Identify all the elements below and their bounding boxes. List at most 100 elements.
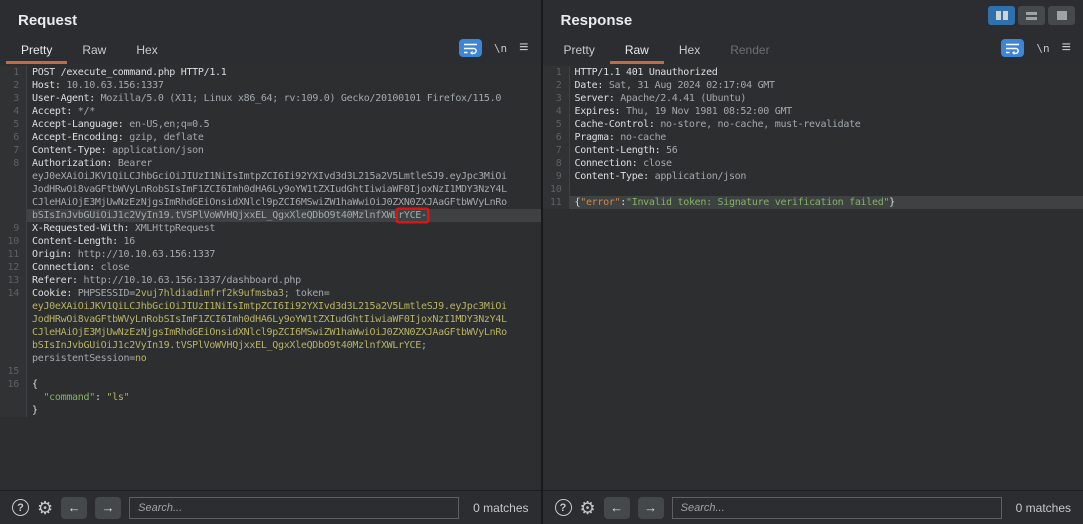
help-icon[interactable]: ? [12, 499, 29, 516]
code-line: JodHRwOi8vaGFtbWVyLnRobSIsImF1ZCI6Imh0dH… [0, 313, 541, 326]
line-number: 14 [0, 287, 27, 300]
line-number: 11 [0, 248, 27, 261]
editor-menu-icon[interactable]: ≡ [519, 40, 528, 56]
line-number [0, 391, 27, 404]
code-line: 14Cookie: PHPSESSID=2vuj7hldiadimfrf2k9u… [0, 287, 541, 300]
code-line: bSIsInJvbGUiOiJ1c2VyIn19.tVSPlVoWVHQjxxE… [0, 209, 541, 222]
line-number: 15 [0, 365, 27, 378]
response-tabbar: Pretty Raw Hex Render \n ≡ [543, 36, 1083, 64]
response-tab-raw[interactable]: Raw [610, 36, 664, 64]
line-number [0, 209, 27, 222]
code-line: 3User-Agent: Mozilla/5.0 (X11; Linux x86… [0, 92, 541, 105]
search-next-button[interactable]: → [638, 497, 664, 519]
word-wrap-icon [1005, 42, 1020, 55]
code-line: 7Content-Length: 56 [543, 144, 1083, 157]
code-line: 5Accept-Language: en-US,en;q=0.5 [0, 118, 541, 131]
settings-gear-icon[interactable]: ⚙ [580, 499, 596, 517]
line-number: 4 [0, 105, 27, 118]
code-line: 15 [0, 365, 541, 378]
line-number [0, 326, 27, 339]
word-wrap-icon [463, 42, 478, 55]
word-wrap-toggle-button[interactable] [1001, 39, 1024, 57]
request-tabbar: Pretty Raw Hex \n ≡ [0, 36, 541, 64]
code-line: 2Date: Sat, 31 Aug 2024 02:17:04 GMT [543, 79, 1083, 92]
line-number: 9 [0, 222, 27, 235]
response-match-count: 0 matches [1016, 501, 1071, 515]
line-number: 3 [0, 92, 27, 105]
line-number: 12 [0, 261, 27, 274]
line-number: 8 [0, 157, 27, 170]
code-line: 7Content-Type: application/json [0, 144, 541, 157]
request-editor[interactable]: 1POST /execute_command.php HTTP/1.12Host… [0, 64, 541, 490]
code-line: 11{"error":"Invalid token: Signature ver… [543, 196, 1083, 209]
line-number: 10 [543, 183, 570, 196]
line-number [0, 352, 27, 365]
line-number [0, 170, 27, 183]
code-line: eyJ0eXAiOiJKV1QiLCJhbGciOiJIUzI1NiIsImtp… [0, 300, 541, 313]
line-number: 5 [0, 118, 27, 131]
line-number: 6 [543, 131, 570, 144]
show-newlines-icon[interactable]: \n [494, 42, 507, 55]
code-line: 11Origin: http://10.10.63.156:1337 [0, 248, 541, 261]
response-tab-pretty[interactable]: Pretty [549, 36, 610, 64]
response-panel: Response Pretty Raw Hex Render \n ≡ 1HTT… [543, 0, 1083, 524]
code-line: 5Cache-Control: no-store, no-cache, must… [543, 118, 1083, 131]
code-line: 6Accept-Encoding: gzip, deflate [0, 131, 541, 144]
code-line: 4Accept: */* [0, 105, 541, 118]
response-tab-render: Render [715, 36, 784, 64]
layout-single-pane-button[interactable] [1048, 6, 1075, 25]
show-newlines-icon[interactable]: \n [1036, 42, 1049, 55]
code-line: eyJ0eXAiOiJKV1QiLCJhbGciOiJIUzI1NiIsImtp… [0, 170, 541, 183]
line-number: 6 [0, 131, 27, 144]
code-line: CJleHAiOjE3MjUwNzEzNjgsImRhdGEiOnsidXNlc… [0, 326, 541, 339]
line-number: 1 [543, 66, 570, 79]
help-icon[interactable]: ? [555, 499, 572, 516]
split-vertical-icon [996, 11, 1001, 20]
response-editor[interactable]: 1HTTP/1.1 401 Unauthorized2Date: Sat, 31… [543, 64, 1083, 490]
request-tab-pretty[interactable]: Pretty [6, 36, 67, 64]
response-tab-hex[interactable]: Hex [664, 36, 715, 64]
response-search-bar: ? ⚙ ← → 0 matches [543, 490, 1083, 524]
annotation-red-box: rYCE- [398, 210, 427, 221]
line-number: 5 [543, 118, 570, 131]
word-wrap-toggle-button[interactable] [459, 39, 482, 57]
request-search-input[interactable] [129, 497, 459, 519]
request-tab-hex[interactable]: Hex [121, 36, 172, 64]
line-number [0, 183, 27, 196]
code-line: 8Connection: close [543, 157, 1083, 170]
line-number [0, 300, 27, 313]
request-search-bar: ? ⚙ ← → 0 matches [0, 490, 541, 524]
code-line: 13Referer: http://10.10.63.156:1337/dash… [0, 274, 541, 287]
code-line: 4Expires: Thu, 19 Nov 1981 08:52:00 GMT [543, 105, 1083, 118]
repeater-split-view: Request Pretty Raw Hex \n ≡ 1POST /execu… [0, 0, 1083, 524]
response-search-input[interactable] [672, 497, 1002, 519]
line-number: 11 [543, 196, 570, 209]
search-previous-button[interactable]: ← [604, 497, 630, 519]
response-editor-toolbar: \n ≡ [1001, 36, 1083, 64]
code-line: 10Content-Length: 16 [0, 235, 541, 248]
line-number: 3 [543, 92, 570, 105]
layout-split-horizontal-button[interactable] [1018, 6, 1045, 25]
search-previous-button[interactable]: ← [61, 497, 87, 519]
request-editor-toolbar: \n ≡ [459, 36, 541, 64]
code-line: JodHRwOi8vaGFtbWVyLnRobSIsImF1ZCI6Imh0dH… [0, 183, 541, 196]
line-number: 13 [0, 274, 27, 287]
request-match-count: 0 matches [473, 501, 528, 515]
line-number: 1 [0, 66, 27, 79]
settings-gear-icon[interactable]: ⚙ [37, 499, 53, 517]
code-line: 6Pragma: no-cache [543, 131, 1083, 144]
layout-split-vertical-button[interactable] [988, 6, 1015, 25]
line-number [0, 404, 27, 417]
request-tab-raw[interactable]: Raw [67, 36, 121, 64]
editor-menu-icon[interactable]: ≡ [1062, 40, 1071, 56]
code-line: 3Server: Apache/2.4.41 (Ubuntu) [543, 92, 1083, 105]
line-number: 8 [543, 157, 570, 170]
line-number: 2 [543, 79, 570, 92]
code-line: 2Host: 10.10.63.156:1337 [0, 79, 541, 92]
search-next-button[interactable]: → [95, 497, 121, 519]
line-number: 4 [543, 105, 570, 118]
line-number: 10 [0, 235, 27, 248]
line-number: 2 [0, 79, 27, 92]
code-line: } [0, 404, 541, 417]
request-panel-title: Request [0, 0, 541, 36]
